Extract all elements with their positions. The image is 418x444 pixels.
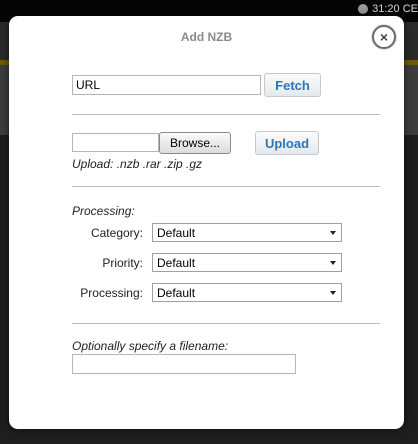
processing-heading: Processing:	[72, 204, 135, 218]
upload-button[interactable]: Upload	[255, 131, 319, 155]
priority-value: Default	[157, 255, 196, 270]
chevron-down-icon	[330, 231, 336, 235]
fetch-button[interactable]: Fetch	[264, 73, 321, 97]
dialog-title: Add NZB	[180, 30, 233, 44]
category-label: Category:	[90, 226, 143, 240]
category-select[interactable]: Default	[152, 223, 342, 242]
chevron-down-icon	[330, 261, 336, 265]
processing-value: Default	[157, 285, 196, 300]
close-button[interactable]: ×	[372, 25, 396, 49]
chevron-down-icon	[330, 291, 336, 295]
priority-label: Priority:	[102, 256, 143, 270]
file-input[interactable]	[72, 133, 159, 152]
divider	[72, 114, 380, 115]
divider	[72, 186, 380, 187]
priority-select[interactable]: Default	[152, 253, 342, 272]
clock-icon	[358, 4, 369, 14]
filename-label: Optionally specify a filename:	[72, 339, 229, 353]
close-icon: ×	[379, 28, 389, 45]
divider	[72, 323, 380, 324]
url-input[interactable]	[72, 75, 261, 95]
processing-label: Processing:	[80, 286, 143, 300]
upload-hint: Upload: .nzb .rar .zip .gz	[72, 157, 203, 171]
background-clock: 31:20 CE	[358, 2, 418, 16]
processing-select[interactable]: Default	[152, 283, 342, 302]
clock-text: 31:20 CE	[372, 3, 418, 15]
add-nzb-dialog: Add NZB × Fetch Browse... Upload Upload:…	[9, 16, 404, 429]
browse-button[interactable]: Browse...	[159, 132, 231, 154]
category-value: Default	[157, 225, 196, 240]
filename-input[interactable]	[72, 354, 296, 374]
